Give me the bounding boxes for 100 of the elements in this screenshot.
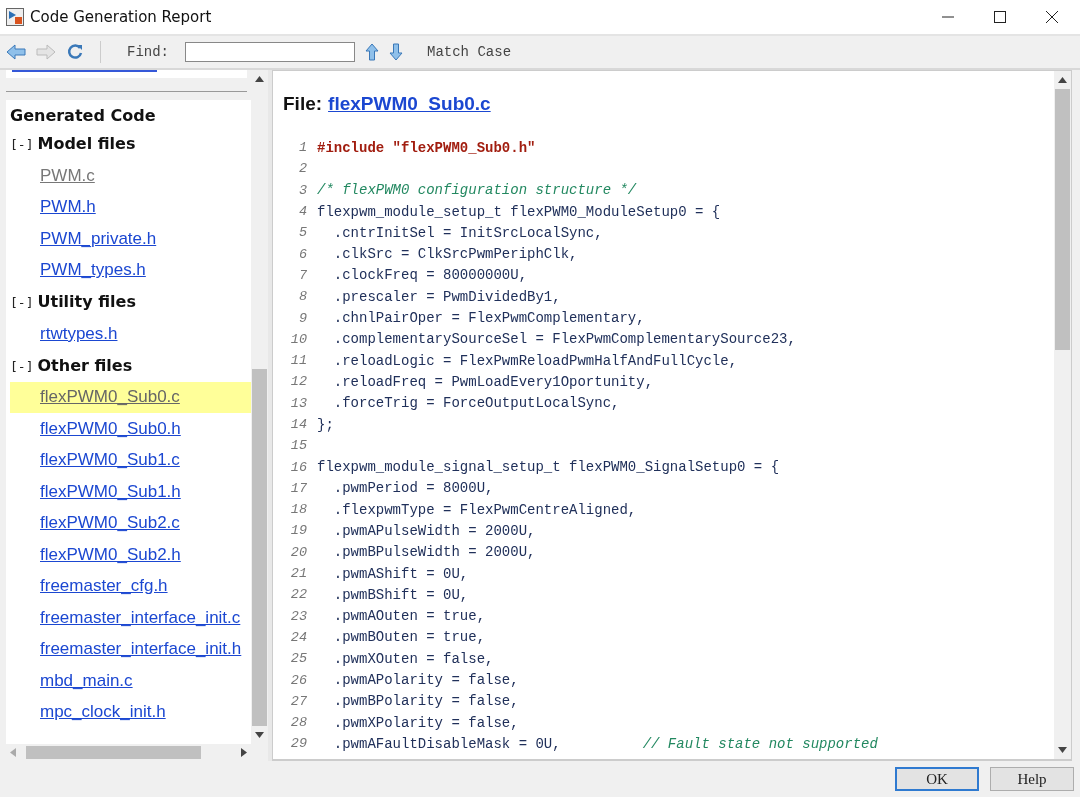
line-number: 23 [289,608,307,624]
code-line: .pwmBPolarity = false, [332,693,519,710]
line-number: 17 [289,480,307,496]
line-number: 24 [289,629,307,645]
code-line: .chnlPairOper = FlexPwmComplementary, [332,310,645,326]
back-arrow-icon[interactable] [6,44,26,60]
line-number: 26 [289,672,307,688]
line-number: 13 [289,395,307,411]
tree-heading: Generated Code [10,106,157,125]
file-link[interactable]: PWM_private.h [40,228,157,249]
file-label: File: [283,93,323,115]
line-number: 25 [289,651,307,667]
code-line: flexpwm_module_signal_setup_t flexPWM0_SignalSetup0 = { [317,459,780,476]
file-link[interactable]: flexPWM0_Sub1.h [40,481,181,502]
file-link[interactable]: flexPWM0_Sub0.h [40,418,181,439]
line-number: 9 [297,310,307,326]
file-link[interactable]: flexPWM0_Sub1.c [40,450,180,471]
line-number: 8 [297,289,307,305]
code-line: .pwmAOuten = true, [332,608,486,625]
file-link[interactable]: flexPWM0_Sub2.h [40,544,181,565]
code-line: .pwmAShift = 0U, [332,565,469,582]
line-number: 14 [289,417,307,432]
file-link[interactable]: mbd_main.c [40,670,133,691]
code-line: .pwmAPulseWidth = 2000U, [332,523,536,539]
code-line: #include "flexPWM0_Sub0.h" [317,139,536,156]
code-line: .clockFreq = 80000000U, [332,267,528,284]
code-line: .prescaler = PwmDividedBy1, [332,288,561,305]
close-icon[interactable] [1046,11,1058,23]
file-link[interactable]: flexPWM0_Sub2.c [40,513,180,534]
group-title: Model files [37,134,136,153]
collapse-toggle[interactable]: [-] [10,295,34,310]
file-link[interactable]: PWM.h [40,197,96,218]
scroll-up-icon[interactable] [255,76,264,82]
file-name-link[interactable]: flexPWM0_Sub0.c [328,93,491,115]
help-button[interactable]: Help [990,767,1074,791]
scroll-down-icon[interactable] [1058,747,1067,753]
code-line: .pwmBPulseWidth = 2000U, [332,544,536,561]
code-line: .complementarySourceSel = FlexPwmComplementarySource23, [332,331,796,348]
code-line: .pwmBShift = 0U, [332,586,469,603]
find-field[interactable] [185,42,355,62]
line-number: 10 [289,331,307,347]
code-line: .pwmAPolarity = false, [332,672,519,689]
app-icon [6,8,24,26]
file-link[interactable]: PWM_types.h [40,260,146,281]
up-arrow-icon[interactable] [365,43,379,61]
code-line: .pwmPeriod = 8000U, [332,480,494,497]
window-title: Code Generation Report [30,8,212,26]
line-number: 19 [289,523,307,539]
file-link[interactable]: rtwtypes.h [40,323,118,344]
file-link[interactable]: freemaster_cfg.h [40,576,168,597]
code-comment: // Fault state not supported [642,735,878,752]
file-link[interactable]: freemaster_interface_init.h [40,639,242,660]
line-number: 22 [289,587,307,603]
line-number: 28 [289,715,307,731]
line-number: 11 [289,353,307,369]
file-link[interactable]: PWM.c [40,165,95,186]
refresh-icon[interactable] [66,43,84,61]
line-number: 12 [289,374,307,390]
group-title: Other files [37,355,133,375]
code-line: .cntrInitSel = InitSrcLocalSync, [332,224,603,241]
line-number: 5 [297,225,307,241]
line-number: 16 [289,459,307,475]
collapse-toggle[interactable]: [-] [10,137,34,152]
maximize-icon[interactable] [994,11,1006,23]
code-line: .pwmXOuten = false, [332,650,494,667]
line-number: 3 [297,182,307,198]
code-line: }; [317,416,334,433]
code-line: .pwmAFaultDisableMask = 0U, [332,735,561,752]
match-case-option[interactable]: Match Case [427,44,512,60]
line-number: 21 [289,566,307,582]
file-link[interactable]: mpc_clock_init.h [40,702,166,723]
down-arrow-icon[interactable] [389,43,403,61]
code-line: .reloadFreq = PwmLoadEvery1Oportunity, [332,373,654,390]
vertical-scrollbar[interactable] [1054,71,1071,759]
file-link[interactable]: freemaster_interface_init.c [40,607,241,628]
scroll-down-icon[interactable] [255,732,264,738]
group-title: Utility files [37,292,136,311]
code-line: flexpwm_module_setup_t flexPWM0_ModuleSetup0 = { [317,203,721,220]
code-line: .flexpwmType = FlexPwmCentreAligned, [332,501,637,518]
collapse-toggle[interactable]: [-] [10,358,34,374]
code-comment: /* flexPWM0 configuration structure */ [317,182,637,199]
scroll-up-icon[interactable] [1058,77,1067,83]
file-link[interactable]: flexPWM0_Sub0.c [40,387,180,408]
ok-button[interactable]: OK [895,767,979,791]
line-number: 7 [297,267,307,283]
find-label: Find: [127,44,169,60]
line-number: 20 [289,544,307,560]
code-line: .pwmXPolarity = false, [332,714,519,731]
line-number: 27 [289,693,307,709]
code-line: .reloadLogic = FlexPwmReloadPwmHalfAndFullCycle, [332,352,738,369]
line-number: 1 [297,140,307,156]
code-line: .forceTrig = ForceOutputLocalSync, [332,395,620,412]
line-number: 18 [289,502,307,518]
scroll-right-icon[interactable] [241,748,247,757]
line-number: 2 [297,161,307,177]
code-line: .clkSrc = ClkSrcPwmPeriphClk, [332,246,578,263]
selected-item-highlight[interactable]: flexPWM0_Sub0.c [10,381,251,413]
line-number: 15 [289,438,307,454]
line-number: 29 [289,736,307,752]
line-number: 4 [297,204,307,220]
